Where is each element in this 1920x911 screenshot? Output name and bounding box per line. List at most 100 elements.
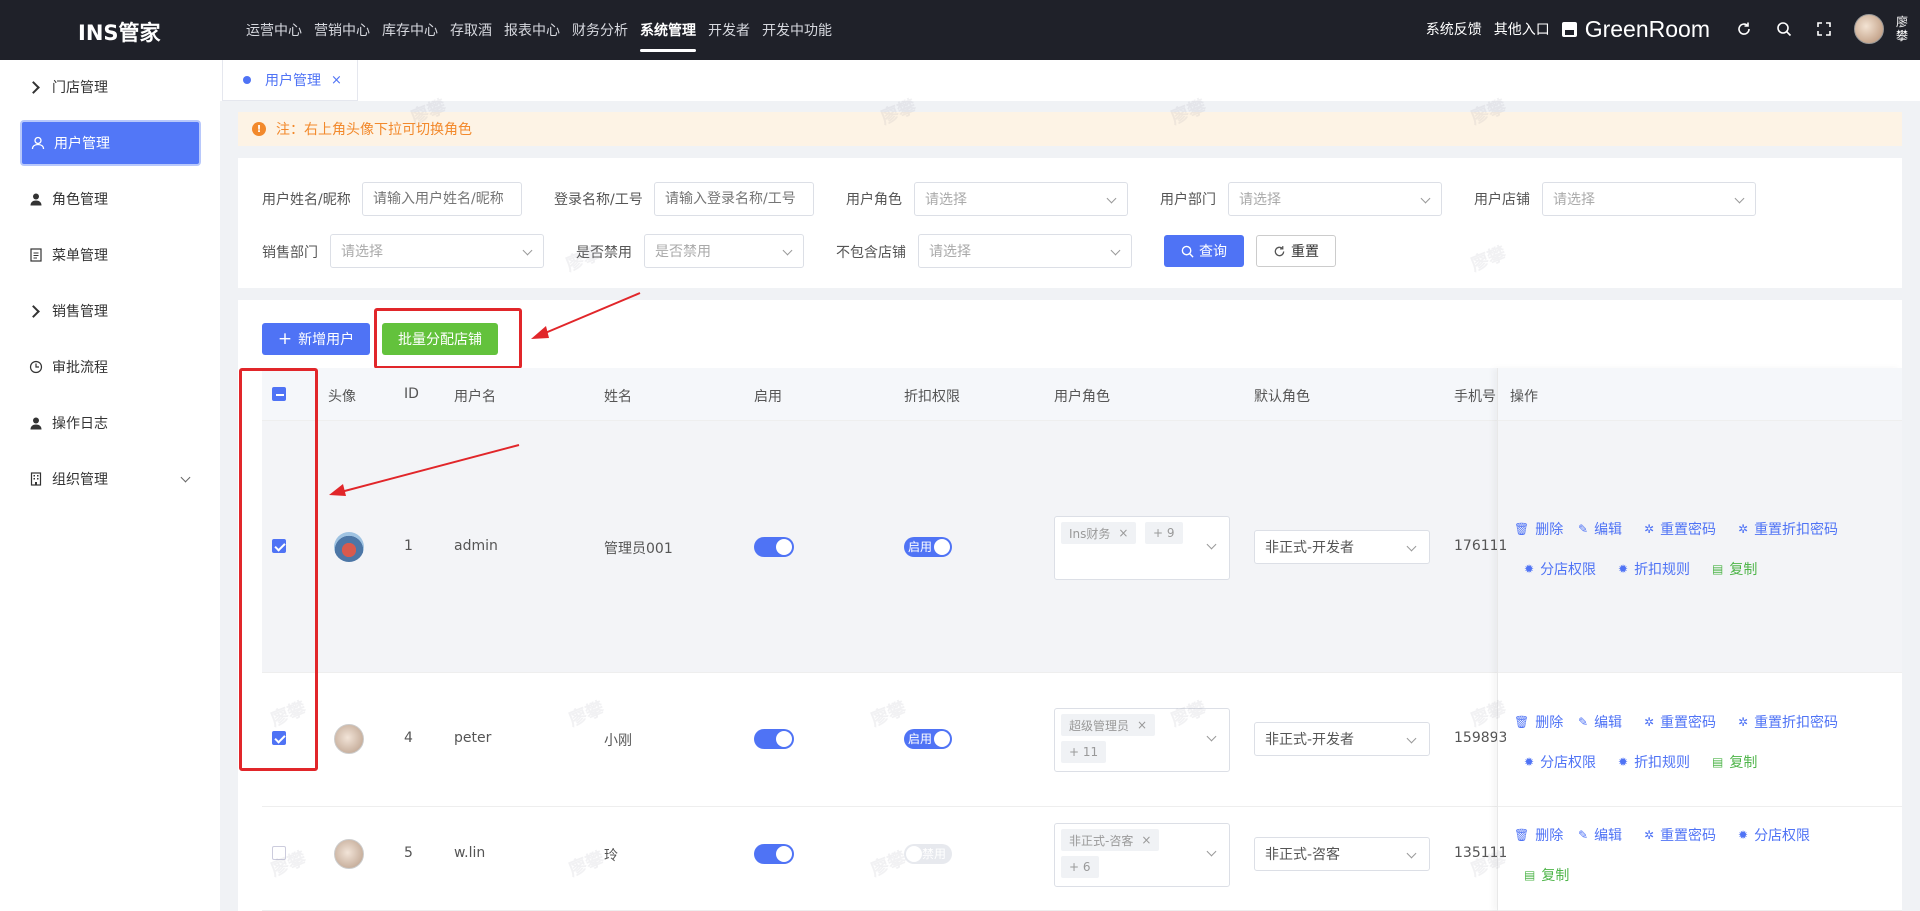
branch-permission-label: 分店权限 — [1754, 828, 1811, 844]
nav-item-inventory[interactable]: 库存中心 — [382, 20, 438, 60]
store-icon — [1561, 21, 1577, 37]
delete-button[interactable]: 🗑 删除 — [1514, 825, 1563, 845]
enabled-toggle[interactable] — [754, 844, 794, 864]
edit-button[interactable]: ✎ 编辑 — [1578, 825, 1622, 845]
reset-discount-password-label: 重置折扣密码 — [1754, 715, 1839, 731]
fullscreen-icon[interactable] — [1814, 19, 1834, 39]
close-icon[interactable]: × — [1118, 526, 1128, 540]
delete-button[interactable]: 🗑 删除 — [1514, 519, 1563, 539]
discount-toggle[interactable]: 启用 — [904, 537, 952, 557]
user-role-select[interactable]: Ins财务 × + 9 — [1054, 516, 1230, 580]
copy-button[interactable]: ▤ 复制 — [1712, 752, 1757, 772]
dept-select[interactable]: 请选择 — [1228, 182, 1442, 216]
edit-button[interactable]: ✎ 编辑 — [1578, 519, 1622, 539]
close-icon[interactable]: × — [1141, 833, 1151, 847]
delete-button[interactable]: 🗑 删除 — [1514, 712, 1563, 732]
role-label: 用户角色 — [846, 192, 902, 208]
header-enabled: 启用 — [754, 389, 782, 405]
row-checkbox[interactable] — [272, 846, 286, 860]
chevron-down-icon — [1206, 731, 1217, 742]
default-role-select[interactable]: 非正式-咨客 — [1254, 837, 1430, 871]
top-nav: 运营中心 营销中心 库存中心 存取酒 报表中心 财务分析 系统管理 开发者 开发… — [246, 20, 844, 60]
branch-permission-button[interactable]: ✹ 分店权限 — [1738, 825, 1810, 845]
user-role-select[interactable]: 非正式-咨客 × + 6 — [1054, 823, 1230, 887]
branch-permission-button[interactable]: ✹ 分店权限 — [1524, 752, 1596, 772]
sales-dept-select[interactable]: 请选择 — [330, 234, 544, 268]
role-tag: 超级管理员 × — [1061, 714, 1156, 736]
nav-item-finance[interactable]: 财务分析 — [572, 20, 628, 60]
copy-button[interactable]: ▤ 复制 — [1524, 865, 1569, 885]
store-select[interactable]: 请选择 — [1542, 182, 1756, 216]
reset-discount-password-button[interactable]: ✲ 重置折扣密码 — [1738, 519, 1838, 539]
sidebar-item-roles[interactable]: 角色管理 — [20, 176, 201, 222]
login-input-field[interactable] — [665, 191, 813, 207]
sidebar-item-sales[interactable]: 销售管理 — [20, 288, 201, 334]
reset-button[interactable]: 重置 — [1256, 235, 1336, 267]
nav-item-in-dev[interactable]: 开发中功能 — [762, 20, 832, 60]
user-avatar[interactable] — [1854, 14, 1884, 44]
magic-icon: ✲ — [1644, 828, 1655, 842]
copy-button[interactable]: ▤ 复制 — [1712, 559, 1757, 579]
chevron-down-icon — [1406, 541, 1417, 552]
sidebar-item-org[interactable]: 组织管理 — [20, 456, 201, 502]
login-input[interactable] — [654, 182, 814, 216]
sidebar-item-store[interactable]: 门店管理 — [20, 64, 201, 110]
nav-item-system[interactable]: 系统管理 — [640, 20, 696, 60]
role-tag: 非正式-咨客 × — [1061, 829, 1160, 851]
gear-icon: ✹ — [1524, 755, 1535, 769]
add-user-button[interactable]: + 新增用户 — [262, 323, 370, 355]
default-role-select[interactable]: 非正式-开发者 — [1254, 722, 1430, 756]
refresh-icon[interactable] — [1734, 19, 1754, 39]
sidebar-item-menus[interactable]: 菜单管理 — [20, 232, 201, 278]
reset-password-button[interactable]: ✲ 重置密码 — [1644, 825, 1716, 845]
role-select[interactable]: 请选择 — [914, 182, 1128, 216]
nav-item-developer[interactable]: 开发者 — [708, 20, 750, 60]
default-role-value: 非正式-开发者 — [1265, 540, 1355, 556]
enabled-toggle[interactable] — [754, 729, 794, 749]
user-role-select[interactable]: 超级管理员 × + 11 — [1054, 708, 1230, 772]
feedback-link[interactable]: 系统反馈 — [1426, 19, 1482, 39]
refresh-icon — [1274, 245, 1285, 256]
close-icon[interactable]: × — [331, 73, 342, 88]
sidebar-item-label: 角色管理 — [52, 192, 108, 208]
cell-username: peter — [454, 730, 492, 746]
reset-discount-password-button[interactable]: ✲ 重置折扣密码 — [1738, 712, 1838, 732]
role-more-tag: + 11 — [1061, 741, 1107, 763]
nav-item-operations[interactable]: 运营中心 — [246, 20, 302, 60]
discount-rule-button[interactable]: ✹ 折扣规则 — [1618, 752, 1690, 772]
store-selector[interactable]: GreenRoom — [1561, 16, 1710, 43]
header-id: ID — [404, 386, 419, 402]
enabled-toggle[interactable] — [754, 537, 794, 557]
default-role-select[interactable]: 非正式-开发者 — [1254, 530, 1430, 564]
close-icon[interactable]: × — [1137, 718, 1147, 732]
app-logo[interactable]: INS管家 — [78, 17, 161, 47]
discount-toggle[interactable]: 禁用 — [904, 844, 952, 864]
nav-item-reports[interactable]: 报表中心 — [504, 20, 560, 60]
exclude-store-select[interactable]: 请选择 — [918, 234, 1132, 268]
query-button[interactable]: 查询 — [1164, 235, 1244, 267]
sidebar-item-logs[interactable]: 操作日志 — [20, 400, 201, 446]
discount-rule-button[interactable]: ✹ 折扣规则 — [1618, 559, 1690, 579]
name-input-field[interactable] — [373, 191, 521, 207]
other-entry-link[interactable]: 其他入口 — [1494, 19, 1550, 39]
search-icon[interactable] — [1774, 19, 1794, 39]
user-table-panel: + 新增用户 批量分配店铺 头像 ID 用户名 姓名 启用 折扣权限 用户角色 … — [238, 300, 1902, 911]
tab-users[interactable]: 用户管理 × — [222, 60, 358, 101]
top-right-area: 系统反馈 其他入口 GreenRoom 廖攀 — [1426, 14, 1910, 44]
branch-permission-button[interactable]: ✹ 分店权限 — [1524, 559, 1596, 579]
nav-item-marketing[interactable]: 营销中心 — [314, 20, 370, 60]
discount-toggle[interactable]: 启用 — [904, 729, 952, 749]
chevron-down-icon — [180, 472, 191, 483]
nav-item-wine-storage[interactable]: 存取酒 — [450, 20, 492, 60]
edit-icon: ✎ — [1578, 828, 1589, 842]
name-input[interactable] — [362, 182, 522, 216]
role-tag: Ins财务 × — [1061, 522, 1137, 544]
chevron-down-icon — [782, 245, 793, 256]
disabled-select[interactable]: 是否禁用 — [644, 234, 804, 268]
user-name[interactable]: 廖攀 — [1896, 15, 1910, 43]
reset-password-button[interactable]: ✲ 重置密码 — [1644, 712, 1716, 732]
sidebar-item-users[interactable]: 用户管理 — [20, 120, 201, 166]
reset-password-button[interactable]: ✲ 重置密码 — [1644, 519, 1716, 539]
sidebar-item-approval[interactable]: 审批流程 — [20, 344, 201, 390]
edit-button[interactable]: ✎ 编辑 — [1578, 712, 1622, 732]
